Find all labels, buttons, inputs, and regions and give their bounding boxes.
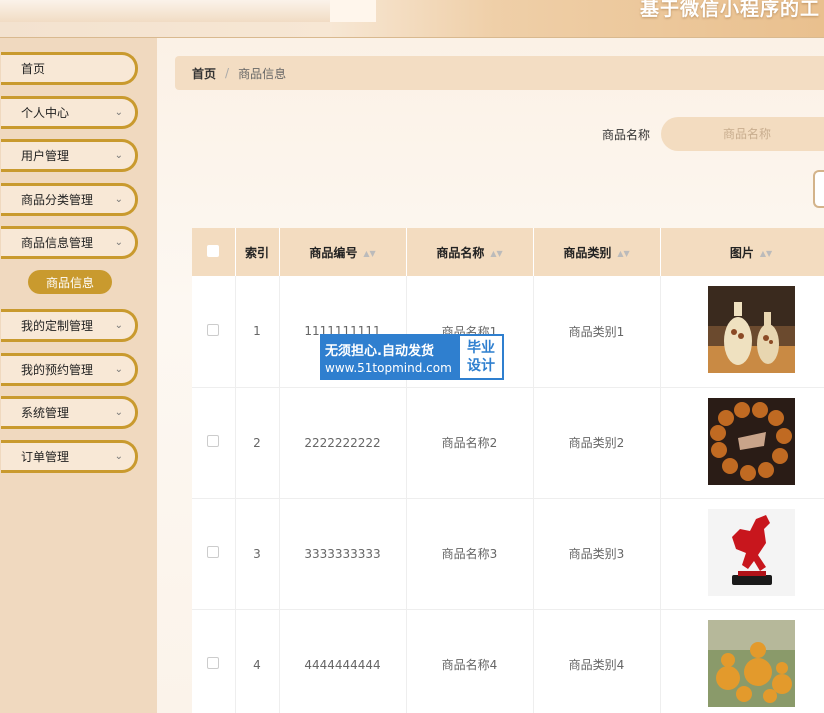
sidebar-item-label: 系统管理 bbox=[21, 406, 70, 420]
sidebar-item-product-management[interactable]: 商品信息管理 ⌄ bbox=[1, 226, 138, 259]
sidebar-subitem-product-info[interactable]: 商品信息 bbox=[28, 270, 112, 294]
vases-image bbox=[707, 286, 795, 374]
cell-category: 商品类别2 bbox=[533, 387, 661, 498]
sidebar-item-personal-center[interactable]: 个人中心 ⌄ bbox=[1, 96, 138, 129]
chevron-down-icon: ⌄ bbox=[114, 451, 123, 462]
chevron-down-icon: ⌄ bbox=[114, 237, 123, 248]
cell-index: 1 bbox=[235, 276, 280, 387]
watermark-url: www.51topmind.com bbox=[325, 360, 452, 375]
banner-decoration-light bbox=[330, 0, 376, 22]
sidebar-item-label: 商品分类管理 bbox=[21, 193, 94, 207]
table-row: 1 1111111111 商品名称1 商品类别1 bbox=[192, 276, 824, 387]
column-header-index: 索引 bbox=[235, 228, 280, 276]
sidebar-item-custom-management[interactable]: 我的定制管理 ⌄ bbox=[1, 309, 138, 342]
cell-image bbox=[660, 387, 824, 498]
chevron-down-icon: ⌄ bbox=[114, 320, 123, 331]
column-header-code[interactable]: 商品编号 ▲▼ bbox=[279, 228, 407, 276]
table-row: 3 3333333333 商品名称3 商品类别3 bbox=[192, 498, 824, 609]
sort-icon[interactable]: ▲▼ bbox=[490, 249, 502, 258]
cell-name: 商品名称4 bbox=[406, 609, 534, 713]
row-checkbox[interactable] bbox=[207, 323, 220, 336]
bead-bracelet-image bbox=[707, 397, 795, 485]
row-checkbox[interactable] bbox=[207, 435, 220, 447]
cell-index: 4 bbox=[235, 609, 280, 713]
banner-decoration bbox=[0, 0, 330, 22]
product-thumbnail-gourds[interactable] bbox=[707, 619, 795, 707]
product-table: 索引 商品编号 ▲▼ 商品名称 ▲▼ 商品类别 ▲▼ 图片 ▲▼ 1 111111111… bbox=[192, 228, 824, 713]
product-thumbnail-horse[interactable] bbox=[707, 508, 795, 596]
sidebar-item-label: 我的预约管理 bbox=[21, 363, 94, 377]
sidebar-item-system-management[interactable]: 系统管理 ⌄ bbox=[1, 396, 138, 429]
sidebar-item-label: 订单管理 bbox=[21, 450, 70, 464]
sidebar-item-order-management[interactable]: 订单管理 ⌄ bbox=[1, 440, 138, 473]
cell-name: 商品名称3 bbox=[406, 498, 534, 609]
cell-image bbox=[660, 276, 824, 387]
sidebar-item-label: 用户管理 bbox=[21, 149, 70, 163]
gourds-image bbox=[707, 619, 795, 707]
sidebar-item-label: 商品信息管理 bbox=[21, 236, 94, 250]
search-input[interactable] bbox=[661, 117, 824, 151]
chevron-down-icon: ⌄ bbox=[114, 407, 123, 418]
watermark-badge: 毕业 设计 bbox=[458, 334, 504, 380]
chevron-down-icon: ⌄ bbox=[114, 107, 123, 118]
row-checkbox[interactable] bbox=[207, 657, 220, 669]
sidebar-item-reservation-management[interactable]: 我的预约管理 ⌄ bbox=[1, 353, 138, 386]
sidebar-item-label: 首页 bbox=[21, 62, 46, 76]
table-row: 4 4444444444 商品名称4 商品类别4 bbox=[192, 609, 824, 713]
table-row: 2 2222222222 商品名称2 商品类别2 bbox=[192, 387, 824, 498]
sidebar-item-user-management[interactable]: 用户管理 ⌄ bbox=[1, 139, 138, 172]
breadcrumb-separator: / bbox=[225, 66, 230, 80]
breadcrumb-home[interactable]: 首页 bbox=[192, 65, 216, 82]
header-select-all[interactable] bbox=[192, 228, 236, 276]
sort-icon[interactable]: ▲▼ bbox=[760, 249, 772, 258]
sidebar-item-label: 个人中心 bbox=[21, 106, 70, 120]
column-header-category[interactable]: 商品类别 ▲▼ bbox=[533, 228, 661, 276]
checkbox[interactable] bbox=[207, 244, 220, 257]
sidebar-item-label: 我的定制管理 bbox=[21, 319, 94, 333]
top-banner: 基于微信小程序的工 bbox=[0, 0, 824, 38]
product-thumbnail-vases[interactable] bbox=[707, 286, 795, 374]
sidebar-item-home[interactable]: 首页 bbox=[1, 52, 138, 85]
cell-category: 商品类别3 bbox=[533, 498, 661, 609]
chevron-down-icon: ⌄ bbox=[114, 364, 123, 375]
red-horse-image bbox=[707, 508, 795, 596]
table-header-row: 索引 商品编号 ▲▼ 商品名称 ▲▼ 商品类别 ▲▼ 图片 ▲▼ bbox=[192, 228, 824, 276]
cell-category: 商品类别1 bbox=[533, 276, 661, 387]
sort-icon[interactable]: ▲▼ bbox=[617, 249, 629, 258]
chevron-down-icon: ⌄ bbox=[114, 194, 123, 205]
watermark-banner: 无须担心.自动发货 www.51topmind.com 毕业 设计 bbox=[320, 334, 504, 380]
cell-code: 4444444444 bbox=[279, 609, 407, 713]
breadcrumb-current: 商品信息 bbox=[238, 66, 287, 81]
cell-image bbox=[660, 498, 824, 609]
search-label: 商品名称 bbox=[602, 128, 651, 142]
cell-index: 3 bbox=[235, 498, 280, 609]
column-header-image[interactable]: 图片 ▲▼ bbox=[660, 228, 824, 276]
cell-name: 商品名称2 bbox=[406, 387, 534, 498]
sidebar: 首页 个人中心 ⌄ 用户管理 ⌄ 商品分类管理 ⌄ 商品信息管理 ⌄ 商品信息 … bbox=[0, 38, 157, 713]
cell-code: 2222222222 bbox=[279, 387, 407, 498]
search-button[interactable] bbox=[813, 170, 824, 208]
row-checkbox[interactable] bbox=[207, 546, 220, 558]
cell-index: 2 bbox=[235, 387, 280, 498]
site-title: 基于微信小程序的工 bbox=[640, 0, 821, 20]
column-header-name[interactable]: 商品名称 ▲▼ bbox=[406, 228, 534, 276]
sort-icon[interactable]: ▲▼ bbox=[363, 249, 375, 258]
watermark-line1: 无须担心.自动发货 bbox=[325, 343, 434, 359]
product-thumbnail-bracelet[interactable] bbox=[707, 397, 795, 485]
cell-category: 商品类别4 bbox=[533, 609, 661, 713]
sidebar-item-category-management[interactable]: 商品分类管理 ⌄ bbox=[1, 183, 138, 216]
chevron-down-icon: ⌄ bbox=[114, 150, 123, 161]
cell-image bbox=[660, 609, 824, 713]
breadcrumb: 首页 / 商品信息 bbox=[175, 56, 824, 90]
cell-code: 3333333333 bbox=[279, 498, 407, 609]
